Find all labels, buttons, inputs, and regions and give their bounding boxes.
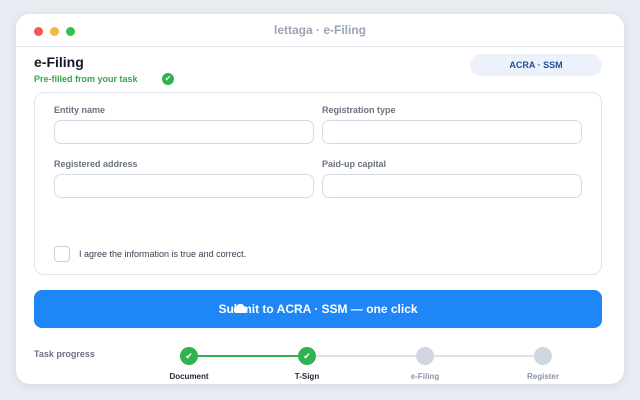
paid-up-capital-label: Paid-up capital <box>322 159 387 169</box>
paid-up-capital-input[interactable] <box>322 174 582 198</box>
submit-button-label: Submit to ACRA · SSM — one click <box>218 302 418 316</box>
app-window: lettaga · e-Filing e-Filing Pre-filled f… <box>16 14 624 384</box>
entity-name-label: Entity name <box>54 105 106 115</box>
step-register-label: Register <box>526 372 559 381</box>
agree-label: I agree the information is true and corr… <box>79 249 247 259</box>
step-tsign-check-icon: ✔ <box>298 347 316 365</box>
registration-type-input[interactable] <box>322 120 582 144</box>
step-document-check-icon: ✔ <box>180 347 198 365</box>
step-efiling-dot <box>416 347 434 365</box>
title-bar: lettaga · e-Filing <box>16 14 624 47</box>
check-icon: ✔ <box>162 73 174 85</box>
step-register-dot <box>534 347 552 365</box>
submit-button[interactable]: Submit to ACRA · SSM — one click <box>34 290 602 328</box>
agree-checkbox[interactable] <box>54 246 70 262</box>
progress-label: Task progress <box>34 349 95 359</box>
step-efiling-label: e-Filing <box>410 372 440 381</box>
entity-name-input[interactable] <box>54 120 314 144</box>
registered-address-label: Registered address <box>54 159 138 169</box>
step-tsign-label: T-Sign <box>294 372 320 381</box>
agency-chip[interactable]: ACRA · SSM <box>470 54 602 76</box>
registered-address-input[interactable] <box>54 174 314 198</box>
progress-track-complete <box>189 355 307 357</box>
step-document-label: Document <box>169 372 209 381</box>
form-card: Entity name Registration type Registered… <box>34 92 602 275</box>
window-title: lettaga · e-Filing <box>273 23 366 37</box>
prefill-note: Pre-filled from your task <box>34 74 138 84</box>
registration-type-label: Registration type <box>322 105 396 115</box>
page-title: e-Filing <box>34 54 84 70</box>
